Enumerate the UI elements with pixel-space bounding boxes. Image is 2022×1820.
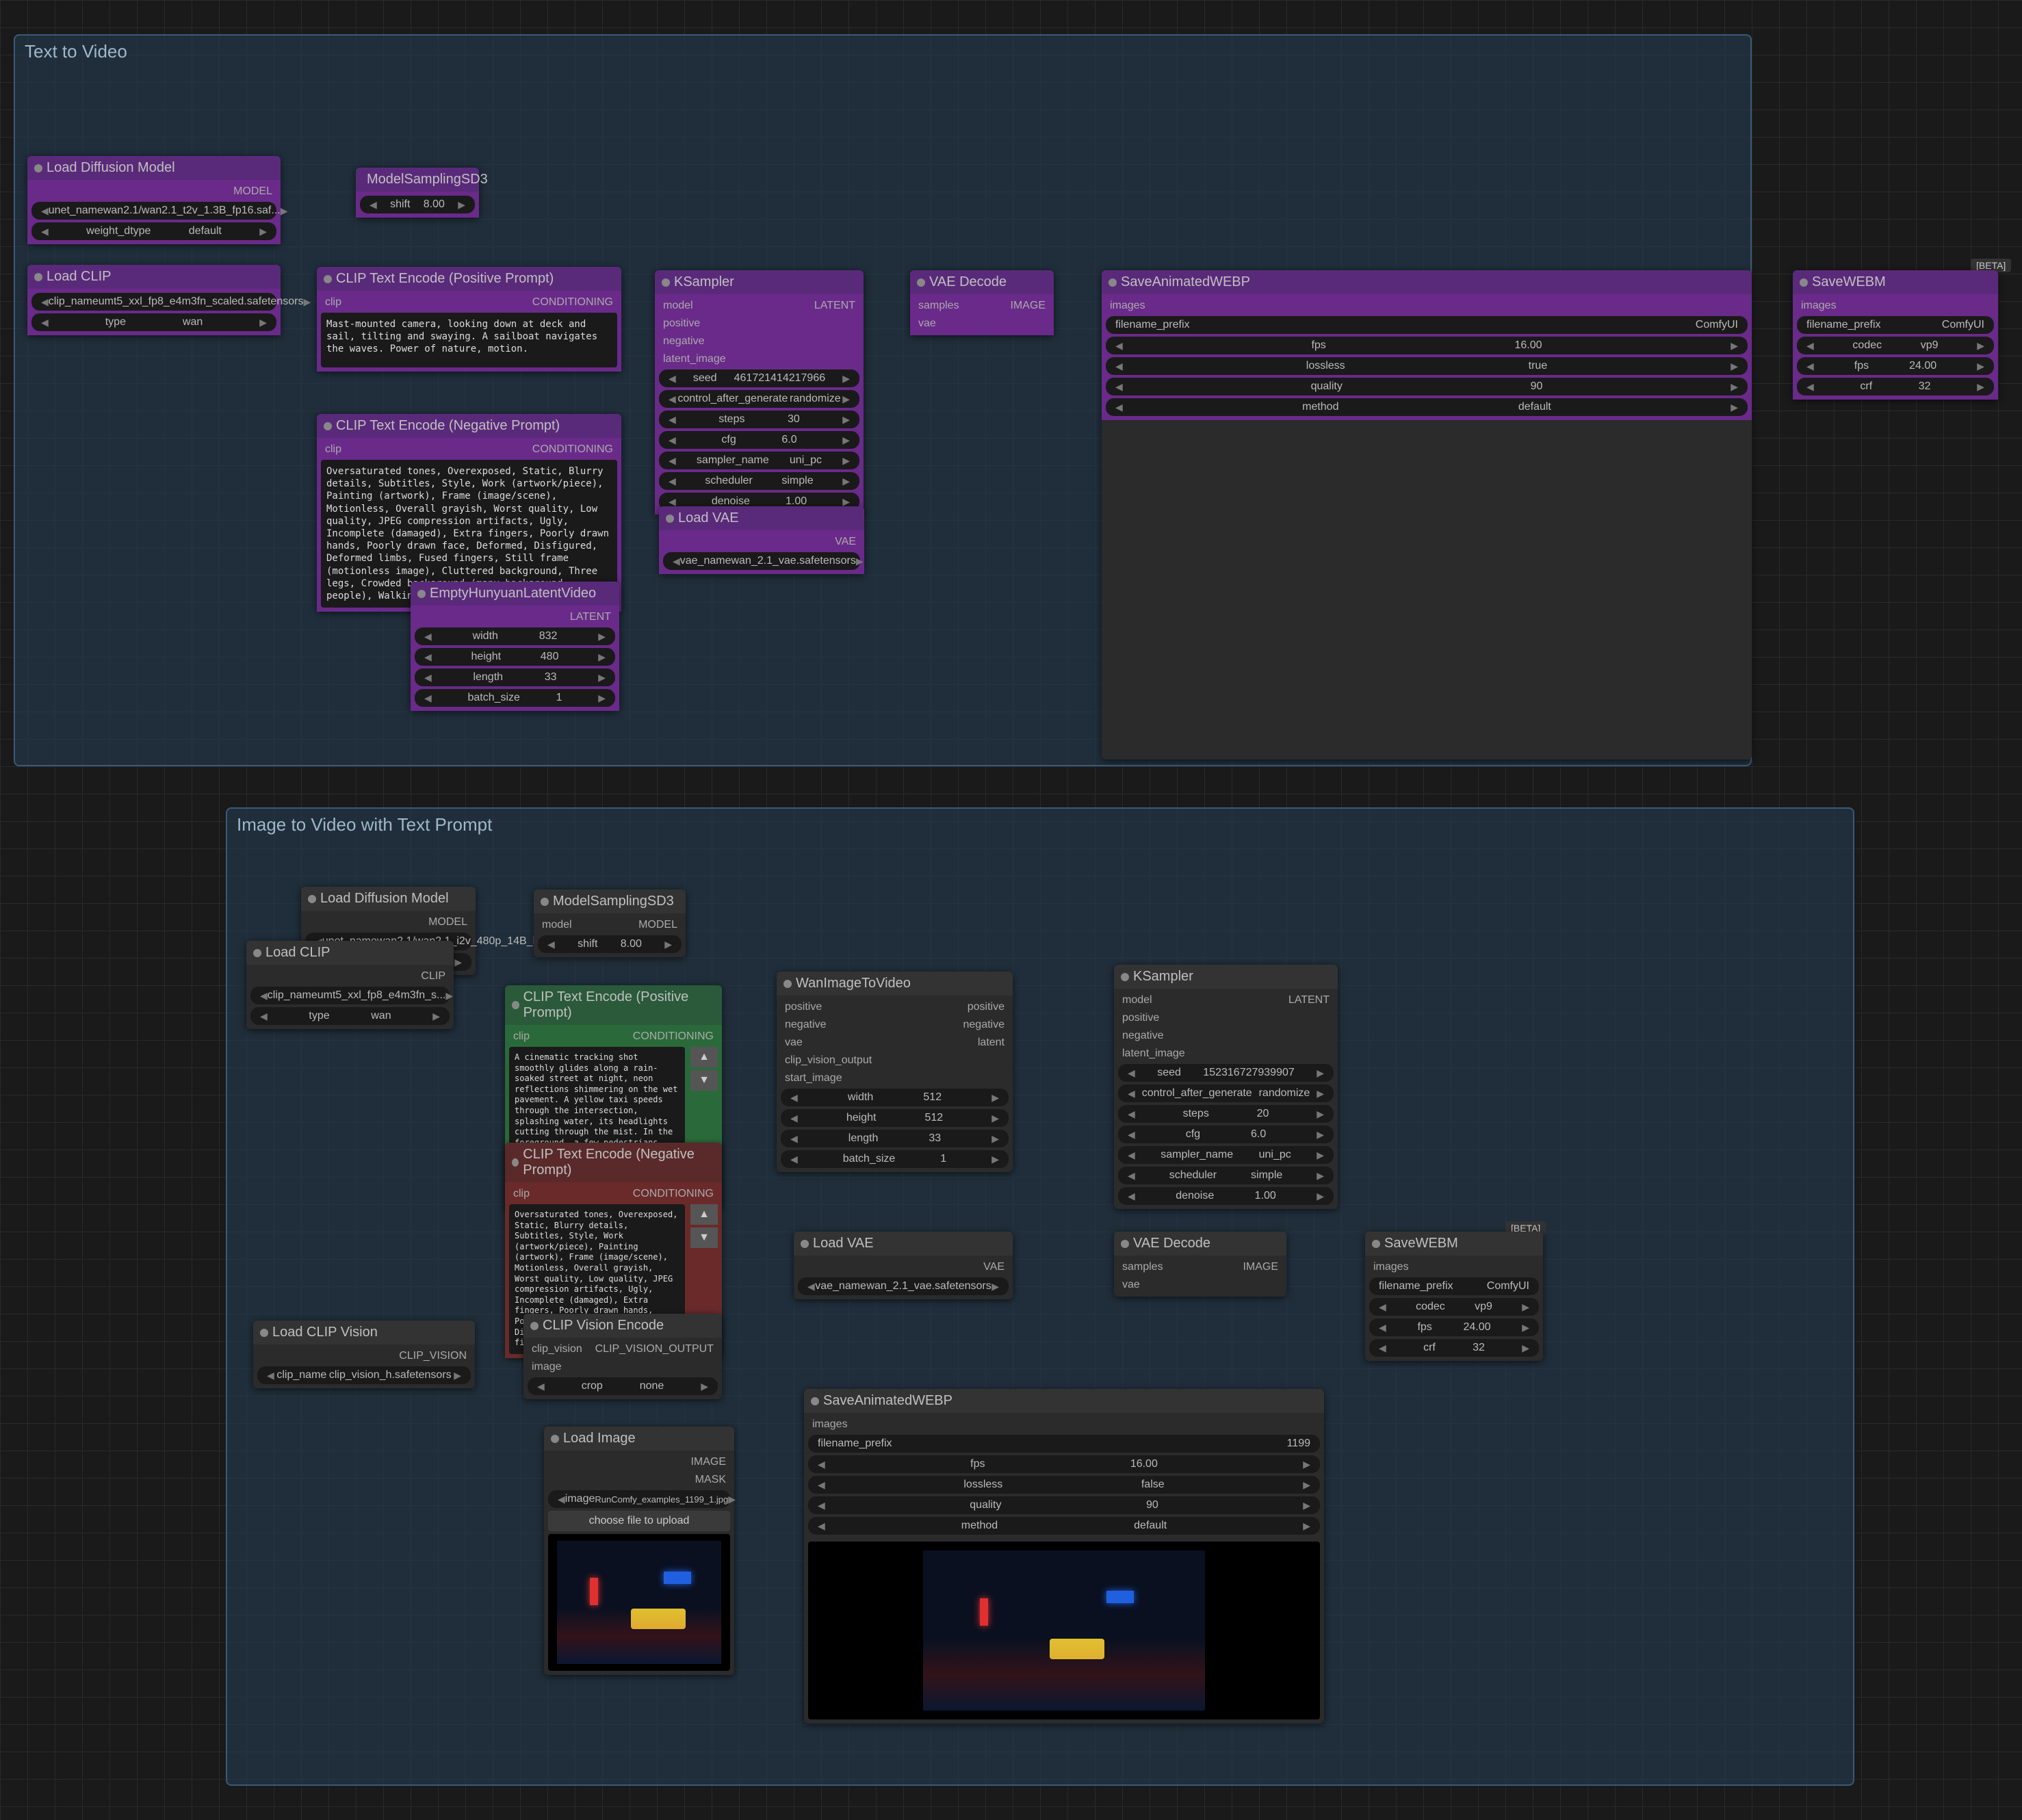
node-title: Load Diffusion Model: [47, 160, 175, 176]
node-save-webm-i2v[interactable]: SaveWEBM images filename_prefixComfyUI ◀…: [1365, 1232, 1543, 1361]
node-title: WanImageToVideo: [796, 976, 911, 991]
node-canvas[interactable]: Text to Video Load Diffusion Model MODEL…: [0, 0, 2022, 1820]
node-title: SaveAnimatedWEBP: [823, 1393, 952, 1409]
node-title: CLIP Text Encode (Positive Prompt): [336, 271, 554, 287]
node-load-clip-vision[interactable]: Load CLIP Vision CLIP_VISION ◀clip_namec…: [253, 1321, 475, 1388]
node-title: KSampler: [674, 274, 734, 290]
next-arrow[interactable]: ▶: [281, 205, 288, 217]
node-model-sampling-t2v[interactable]: ModelSamplingSD3 ◀shift8.00▶: [356, 168, 479, 218]
group-title-i2v: Image to Video with Text Prompt: [230, 811, 1850, 838]
node-title: Load CLIP: [265, 945, 330, 961]
node-ksampler-i2v[interactable]: KSampler modelLATENT positive negative l…: [1114, 965, 1338, 1209]
node-title: EmptyHunyuanLatentVideo: [430, 586, 596, 601]
up-arrow-icon[interactable]: ▲: [690, 1047, 718, 1067]
node-vae-decode-t2v[interactable]: VAE Decode samplesIMAGE vae: [910, 270, 1054, 335]
node-title: Load Image: [563, 1431, 636, 1446]
node-title: SaveWEBM: [1384, 1236, 1458, 1251]
node-model-sampling-i2v[interactable]: ModelSamplingSD3 modelMODEL ◀shift8.00▶: [534, 889, 686, 957]
down-arrow-icon[interactable]: ▼: [690, 1227, 718, 1248]
node-load-clip-t2v[interactable]: Load CLIP ◀clip_nameumt5_xxl_fp8_e4m3fn_…: [27, 265, 281, 335]
positive-prompt-text[interactable]: Mast-mounted camera, looking down at dec…: [321, 313, 617, 367]
node-title: SaveAnimatedWEBP: [1121, 274, 1250, 290]
node-title: Load CLIP Vision: [272, 1325, 378, 1340]
node-load-vae-i2v[interactable]: Load VAE VAE ◀vae_namewan_2.1_vae.safete…: [794, 1232, 1013, 1299]
node-title: ModelSamplingSD3: [553, 894, 674, 909]
node-title: Load VAE: [678, 510, 739, 526]
node-empty-latent-t2v[interactable]: EmptyHunyuanLatentVideo LATENT ◀width832…: [411, 582, 619, 711]
node-save-webm-t2v[interactable]: SaveWEBM images filename_prefixComfyUI ◀…: [1793, 270, 1998, 400]
node-load-image[interactable]: Load Image IMAGE MASK ◀imageRunComfy_exa…: [544, 1427, 734, 1675]
node-vae-decode-i2v[interactable]: VAE Decode samplesIMAGE vae: [1114, 1232, 1286, 1297]
node-title: SaveWEBM: [1812, 274, 1886, 290]
image-preview: [548, 1534, 730, 1671]
prev-arrow[interactable]: ◀: [41, 205, 49, 217]
output-preview: [808, 1542, 1320, 1719]
node-load-diffusion-t2v[interactable]: Load Diffusion Model MODEL ◀unet_namewan…: [27, 156, 281, 244]
node-title: CLIP Vision Encode: [543, 1318, 664, 1334]
node-title: Load CLIP: [47, 269, 112, 285]
node-save-webp-t2v[interactable]: SaveAnimatedWEBP images filename_prefixC…: [1102, 270, 1752, 759]
node-title: Load VAE: [813, 1236, 874, 1251]
node-title: CLIP Text Encode (Positive Prompt): [523, 989, 715, 1021]
up-arrow-icon[interactable]: ▲: [690, 1204, 718, 1225]
node-load-vae-t2v[interactable]: Load VAE VAE ◀vae_namewan_2.1_vae.safete…: [659, 506, 864, 574]
node-ksampler-t2v[interactable]: KSampler modelLATENT positive negative l…: [655, 270, 864, 515]
node-title: VAE Decode: [929, 274, 1007, 290]
node-title: CLIP Text Encode (Negative Prompt): [523, 1147, 715, 1178]
down-arrow-icon[interactable]: ▼: [690, 1070, 718, 1091]
node-title: Load Diffusion Model: [320, 891, 449, 907]
node-load-clip-i2v[interactable]: Load CLIP CLIP ◀clip_nameumt5_xxl_fp8_e4…: [246, 941, 454, 1029]
node-title: CLIP Text Encode (Negative Prompt): [336, 418, 560, 434]
node-title: KSampler: [1133, 969, 1193, 985]
node-title: ModelSamplingSD3: [367, 172, 488, 187]
node-clip-vision-encode[interactable]: CLIP Vision Encode clip_visionCLIP_VISIO…: [523, 1314, 722, 1399]
choose-file-button[interactable]: choose file to upload: [548, 1511, 730, 1531]
node-save-webp-i2v[interactable]: SaveAnimatedWEBP images filename_prefix1…: [804, 1389, 1324, 1724]
node-wan-i2v[interactable]: WanImageToVideo positivepositive negativ…: [777, 972, 1013, 1172]
node-clip-pos-t2v[interactable]: CLIP Text Encode (Positive Prompt) clipC…: [317, 267, 621, 372]
node-title: VAE Decode: [1133, 1236, 1210, 1251]
group-title-t2v: Text to Video: [18, 38, 1748, 65]
